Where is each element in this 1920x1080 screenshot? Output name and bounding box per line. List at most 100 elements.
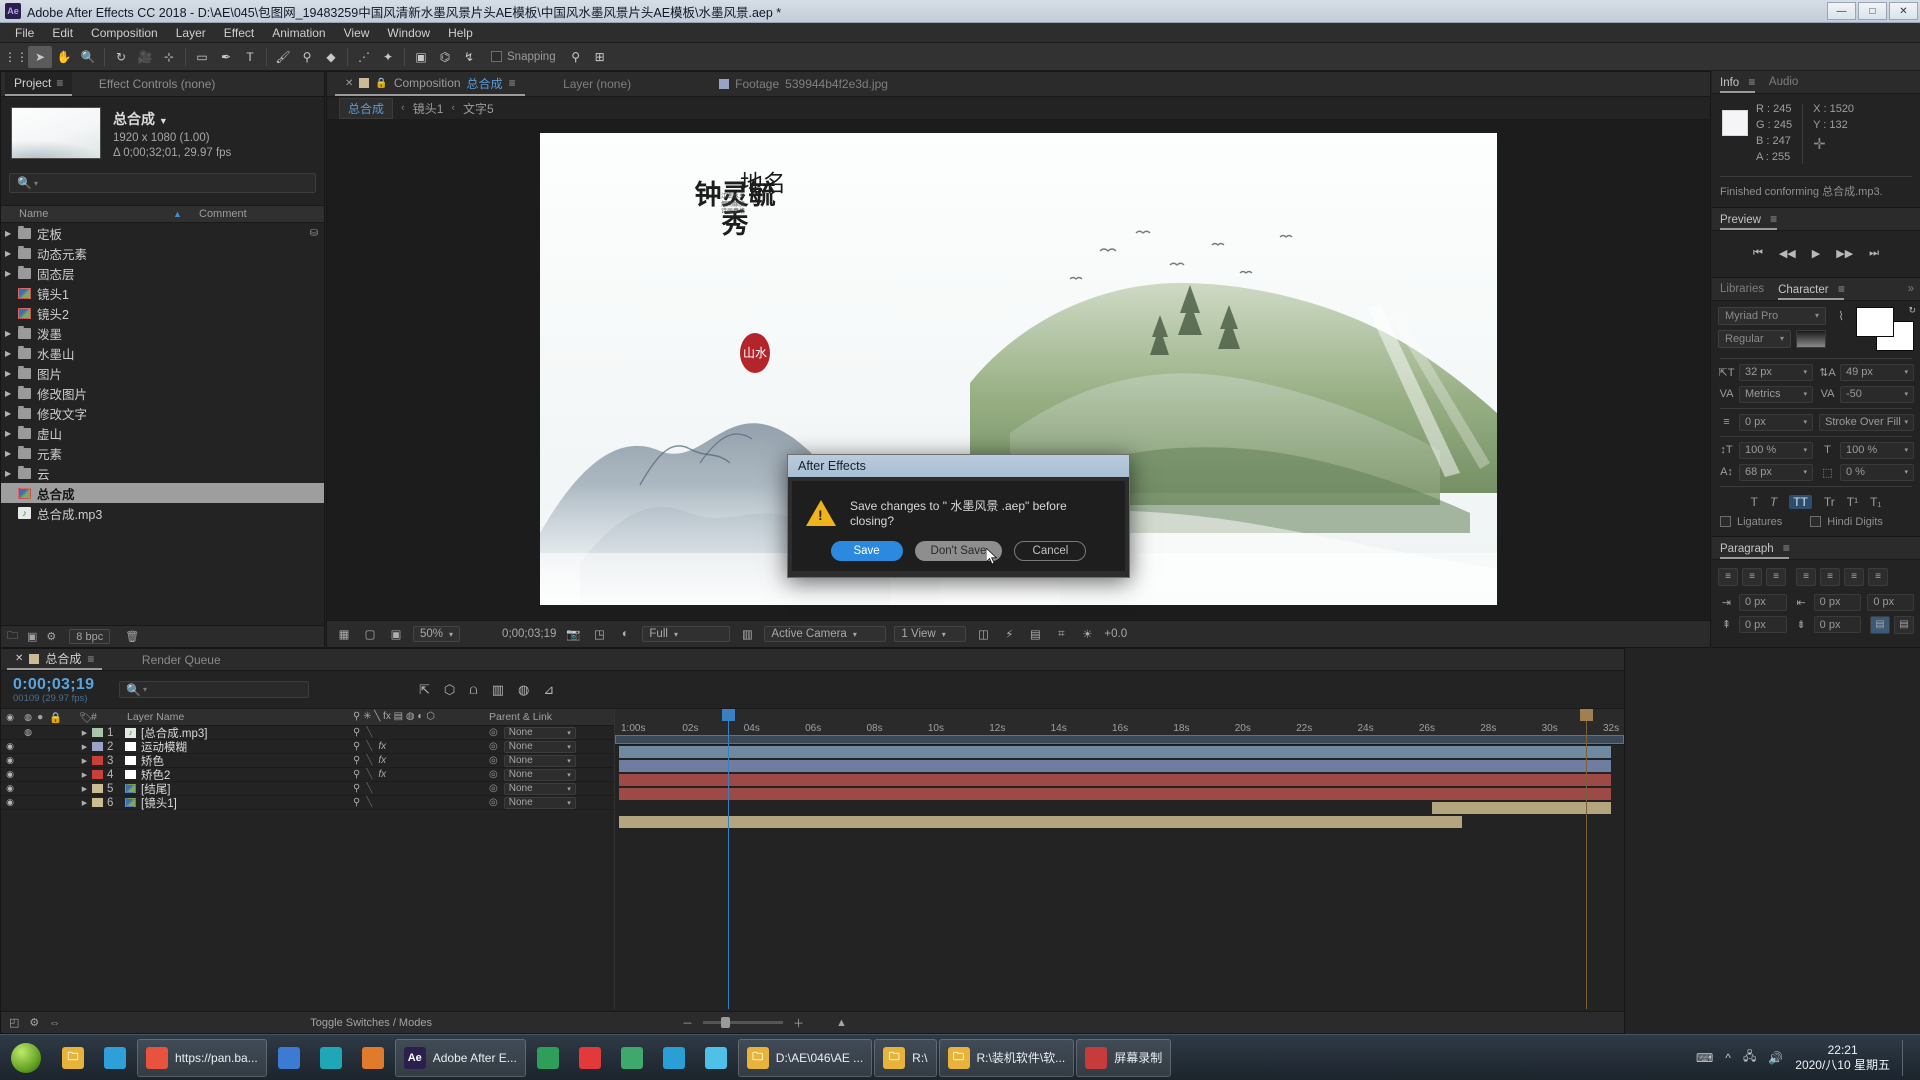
toggle-pixel-aspect-icon[interactable]: ◫ [974,626,992,643]
take-snapshot-icon[interactable]: 📷 [564,626,582,643]
project-search-input[interactable]: 🔍 ▾ [9,173,316,193]
parent-pickwhip-icon[interactable]: ◎ [489,727,498,738]
swap-colors-icon[interactable]: ↻ [1908,305,1916,316]
shape-tool-icon[interactable]: ▭ [190,46,214,68]
tray-volume-icon[interactable]: 🔊 [1768,1051,1783,1065]
baseline-shift-field[interactable]: A↕ 68 px ▾ [1718,463,1813,481]
disclosure-triangle-icon[interactable]: ▶ [5,229,18,238]
close-icon[interactable]: ✕ [345,78,353,89]
parent-pickwhip-icon[interactable]: ◎ [489,769,498,780]
layer-duration-bar[interactable] [619,774,1611,786]
label-color-swatch[interactable] [92,728,103,737]
project-item[interactable]: ▶ 云 [1,463,324,483]
tab-paragraph[interactable]: Paragraph ≡ [1720,537,1790,559]
chevron-down-icon[interactable]: ▼ [159,116,168,126]
parent-select[interactable]: None ▾ [503,782,576,795]
align-right-icon[interactable]: ≡ [1766,567,1786,586]
panel-menu-icon[interactable]: ≡ [87,652,94,666]
parent-select[interactable]: None ▾ [503,726,576,739]
rotation-tool-icon[interactable]: ↻ [109,46,133,68]
last-frame-button[interactable]: ⏭ [1869,247,1879,260]
justify-last-left-icon[interactable]: ≡ [1796,567,1816,586]
exposure-icon[interactable]: ☀ [1078,626,1096,643]
project-item[interactable]: ▶ 泼墨 [1,323,324,343]
panel-menu-icon[interactable]: ≡ [1783,541,1790,555]
taskbar-item[interactable]: 🗀 [53,1039,93,1077]
leading-field[interactable]: ⇅A 49 px ▾ [1819,363,1914,381]
parent-pickwhip-icon[interactable]: ◎ [489,741,498,752]
pen-tool-icon[interactable]: ✒ [214,46,238,68]
zoom-out-icon[interactable]: － [682,1015,693,1031]
column-comment[interactable]: Comment [171,208,247,220]
zoom-in-icon[interactable]: ＋ [793,1015,804,1031]
layer-switches[interactable]: ⚲ ╲ fx [353,741,386,752]
taskbar-item[interactable] [696,1039,736,1077]
menu-item-edit[interactable]: Edit [43,24,82,42]
text-direction-ltr-icon[interactable]: ▤ [1869,615,1890,634]
tab-character[interactable]: Character ≡ [1778,278,1845,300]
toggle-mask-icon[interactable]: ▢ [361,626,379,643]
horizontal-scale-field[interactable]: T 100 % ▾ [1819,441,1914,459]
indent-right-field[interactable]: ⇤ 0 px [1793,593,1862,611]
work-area-end-marker[interactable] [1580,709,1593,1009]
justify-last-right-icon[interactable]: ≡ [1844,567,1864,586]
label-color-swatch[interactable] [92,798,103,807]
breadcrumb-item-2[interactable]: 文字5 [463,100,494,117]
show-desktop-button[interactable] [1902,1039,1910,1076]
close-icon[interactable]: ✕ [15,653,23,664]
disclosure-triangle-icon[interactable]: ▶ [5,449,18,458]
disclosure-triangle-icon[interactable]: ▶ [5,429,18,438]
play-button[interactable]: ▶ [1812,247,1820,260]
disclosure-triangle-icon[interactable]: ▶ [5,389,18,398]
all-caps-button[interactable]: TT [1789,494,1812,509]
close-button[interactable]: ✕ [1889,2,1918,20]
timeline-zoom-slider[interactable] [702,1017,783,1028]
tab-info[interactable]: Info ≡ [1720,71,1755,93]
taskbar-item[interactable] [353,1039,393,1077]
audio-switch[interactable]: ◍ [19,727,37,738]
tab-render-queue[interactable]: Render Queue [134,649,229,670]
snap-magnet-icon[interactable]: ⚲ [564,46,588,68]
work-area-end-head[interactable] [1580,709,1593,721]
parent-link-cell[interactable]: ◎ None ▾ [489,782,576,795]
pan-behind-tool-icon[interactable]: ⊹ [157,46,181,68]
new-folder-icon[interactable]: 🗀 [7,627,18,646]
taskbar-item[interactable] [95,1039,135,1077]
project-item[interactable]: ▶ 图片 [1,363,324,383]
panel-menu-icon[interactable]: ≡ [1838,282,1845,296]
align-center-icon[interactable]: ≡ [1742,567,1762,586]
tab-project[interactable]: Project ≡ [5,72,72,96]
project-item[interactable]: 镜头2 [1,303,324,323]
save-button[interactable]: Save [830,541,903,561]
taskbar-item[interactable]: 🗀 R:\装机软件\软... [938,1038,1075,1077]
tab-audio[interactable]: Audio [1769,71,1798,93]
show-channel-icon[interactable]: ◐ [616,626,634,643]
tray-network-icon[interactable]: 🖧 [1743,1047,1756,1068]
tab-effect-controls[interactable]: Effect Controls (none) [90,72,225,96]
tracking-field[interactable]: VA -50 ▾ [1819,385,1914,403]
panel-menu-icon[interactable]: ≡ [56,76,63,90]
column-name[interactable]: Name [1,208,171,220]
project-item[interactable]: ▶ 元素 [1,443,324,463]
lock-icon[interactable]: 🔒 [375,78,387,89]
cti-head[interactable] [722,709,735,721]
bit-depth-button[interactable]: 8 bpc [69,629,111,644]
disclosure-triangle-icon[interactable]: ▶ [5,329,18,338]
project-item[interactable]: ▶ 动态元素 [1,243,324,263]
toggle-transparency-grid-icon[interactable]: ▦ [335,626,353,643]
first-frame-button[interactable]: ⏮ [1753,247,1763,260]
parent-pickwhip-icon[interactable]: ◎ [489,783,498,794]
ligatures-checkbox[interactable] [1720,516,1731,528]
disclosure-triangle-icon[interactable]: ▶ [77,729,92,737]
fill-color-swatch[interactable] [1856,306,1894,337]
space-before-field[interactable]: ⇞ 0 px [1718,616,1787,634]
timeline-icon[interactable]: ▤ [1026,626,1044,643]
timeline-graph[interactable]: 1:00s 02s 04s 06s 08s 10s 12s 14s 16s 18s 20s 22s 24… [614,709,1624,1009]
in-out-panel-icon[interactable]: ⇔ [49,1017,60,1029]
superscript-button[interactable]: T¹ [1847,495,1858,509]
new-comp-icon[interactable]: ▣ [27,630,37,643]
comp-flowchart-icon[interactable]: ⌗ [1052,626,1070,643]
parent-select[interactable]: None ▾ [503,768,576,781]
text-direction-rtl-icon[interactable]: ▤ [1893,615,1914,634]
project-item[interactable]: ▶ 虚山 [1,423,324,443]
